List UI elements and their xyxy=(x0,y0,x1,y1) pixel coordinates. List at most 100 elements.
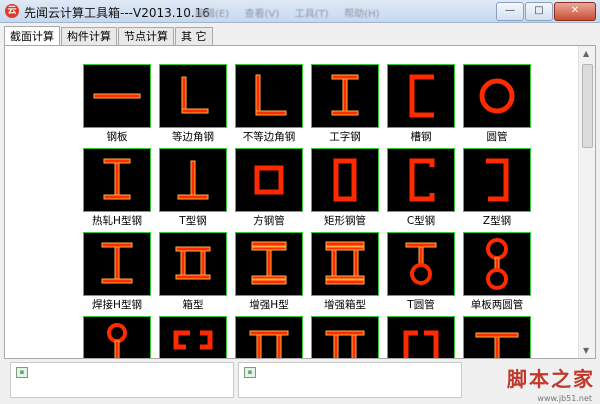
window-title: 先闻云计算工具箱---V2013.10.16 xyxy=(24,6,210,20)
menu-bar: 编辑(E) 查看(V) 工具(T) 帮助(H) xyxy=(195,5,392,20)
section-item[interactable] xyxy=(159,316,227,358)
t-channel-icon xyxy=(325,330,365,358)
status-box-right: ▪ xyxy=(238,362,462,398)
section-label: 热轧H型钢 xyxy=(92,215,142,227)
section-thumbnail[interactable] xyxy=(311,232,379,296)
rect-tube-icon xyxy=(333,158,357,202)
section-item[interactable]: T圆管 xyxy=(387,232,455,314)
section-thumbnail[interactable] xyxy=(387,316,455,358)
menu-item-view[interactable]: 查看(V) xyxy=(245,5,280,20)
tab-member-calc[interactable]: 构件计算 xyxy=(61,27,117,46)
scroll-down-icon[interactable]: ▼ xyxy=(583,346,589,355)
section-label: T圆管 xyxy=(407,299,435,311)
menu-item-tools[interactable]: 工具(T) xyxy=(295,5,329,20)
section-thumbnail[interactable] xyxy=(311,316,379,358)
section-item[interactable]: 增强箱型 xyxy=(311,232,379,314)
section-label: 矩形钢管 xyxy=(324,215,366,227)
section-thumbnail[interactable] xyxy=(463,64,531,128)
section-item[interactable]: 等边角钢 xyxy=(159,64,227,146)
box-section-icon xyxy=(175,246,211,280)
equal-angle-icon xyxy=(181,76,209,114)
unequal-angle-icon xyxy=(255,74,287,116)
section-label: 增强箱型 xyxy=(324,299,366,311)
section-item[interactable] xyxy=(83,316,151,358)
minimize-button[interactable]: — xyxy=(496,2,524,21)
double-channel-icon xyxy=(173,330,213,350)
title-bar[interactable]: 云 先闻云计算工具箱---V2013.10.16 编辑(E) 查看(V) 工具(… xyxy=(0,0,600,23)
scroll-thumb[interactable] xyxy=(582,64,593,148)
section-label: 等边角钢 xyxy=(172,131,214,143)
plate-pipe-icon xyxy=(107,323,127,358)
section-item[interactable]: 方钢管 xyxy=(235,148,303,230)
tab-other[interactable]: 其 它 xyxy=(175,27,213,46)
reinforced-h-icon xyxy=(251,241,287,285)
t-section-icon xyxy=(177,160,209,200)
menu-item-edit[interactable]: 编辑(E) xyxy=(195,5,229,20)
window-controls: — □ ✕ xyxy=(495,2,596,21)
section-item[interactable]: 焊接H型钢 xyxy=(83,232,151,314)
welded-h-icon xyxy=(101,242,133,284)
section-item[interactable]: T型钢 xyxy=(159,148,227,230)
section-item[interactable]: 矩形钢管 xyxy=(311,148,379,230)
section-item[interactable] xyxy=(387,316,455,358)
section-item[interactable]: 增强H型 xyxy=(235,232,303,314)
hot-rolled-h-icon xyxy=(103,158,131,200)
section-item[interactable]: 钢板 xyxy=(83,64,151,146)
section-item[interactable] xyxy=(311,316,379,358)
tab-strip: 截面计算 构件计算 节点计算其 它 xyxy=(4,25,214,47)
square-tube-icon xyxy=(254,165,284,195)
section-thumbnail[interactable] xyxy=(235,64,303,128)
section-item[interactable]: 热轧H型钢 xyxy=(83,148,151,230)
section-thumbnail[interactable] xyxy=(83,148,151,212)
section-thumbnail[interactable] xyxy=(235,148,303,212)
vertical-scrollbar[interactable]: ▲ ▼ xyxy=(578,46,595,358)
menu-item-help[interactable]: 帮助(H) xyxy=(344,5,379,20)
section-item[interactable]: C型钢 xyxy=(387,148,455,230)
section-thumbnail[interactable] xyxy=(311,64,379,128)
reinforced-box-icon xyxy=(325,241,365,285)
section-item[interactable]: 槽钢 xyxy=(387,64,455,146)
section-thumbnail[interactable] xyxy=(83,64,151,128)
i-beam-icon xyxy=(331,74,359,116)
section-thumbnail[interactable] xyxy=(159,316,227,358)
section-item[interactable]: Z型钢 xyxy=(463,148,531,230)
section-thumbnail[interactable] xyxy=(463,232,531,296)
section-item[interactable]: 箱型 xyxy=(159,232,227,314)
double-t-icon xyxy=(249,330,289,358)
watermark-url: www.jb51.net xyxy=(537,394,592,403)
section-thumbnail[interactable] xyxy=(235,232,303,296)
c-lipped-icon xyxy=(403,330,439,358)
section-thumbnail[interactable] xyxy=(83,316,151,358)
section-thumbnail[interactable] xyxy=(159,148,227,212)
tab-node-calc[interactable]: 节点计算 xyxy=(118,27,174,46)
section-thumbnail[interactable] xyxy=(83,232,151,296)
section-thumbnail[interactable] xyxy=(387,232,455,296)
section-thumbnail[interactable] xyxy=(387,148,455,212)
section-thumbnail[interactable] xyxy=(311,148,379,212)
app-logo-icon: 云 xyxy=(5,4,19,18)
section-label: T型钢 xyxy=(179,215,207,227)
section-label: 焊接H型钢 xyxy=(92,299,142,311)
section-label: 不等边角钢 xyxy=(242,131,296,143)
section-item[interactable]: 不等边角钢 xyxy=(235,64,303,146)
section-label: Z型钢 xyxy=(482,215,512,227)
image-icon: ▪ xyxy=(16,367,28,378)
section-thumbnail[interactable] xyxy=(387,64,455,128)
tab-section-calc[interactable]: 截面计算 xyxy=(4,26,60,47)
section-item[interactable]: 圆管 xyxy=(463,64,531,146)
section-item[interactable]: 工字钢 xyxy=(311,64,379,146)
section-item[interactable]: 单板两圆管 xyxy=(463,232,531,314)
section-thumbnail[interactable] xyxy=(159,64,227,128)
section-item[interactable] xyxy=(235,316,303,358)
section-thumbnail[interactable] xyxy=(463,316,531,358)
status-box-left: ▪ xyxy=(10,362,234,398)
section-item[interactable] xyxy=(463,316,531,358)
section-label: 圆管 xyxy=(486,131,508,143)
scroll-up-icon[interactable]: ▲ xyxy=(583,49,589,58)
section-thumbnail[interactable] xyxy=(463,148,531,212)
section-thumbnail[interactable] xyxy=(159,232,227,296)
close-button[interactable]: ✕ xyxy=(554,2,596,21)
section-label: 增强H型 xyxy=(249,299,289,311)
maximize-button[interactable]: □ xyxy=(525,2,553,21)
section-thumbnail[interactable] xyxy=(235,316,303,358)
